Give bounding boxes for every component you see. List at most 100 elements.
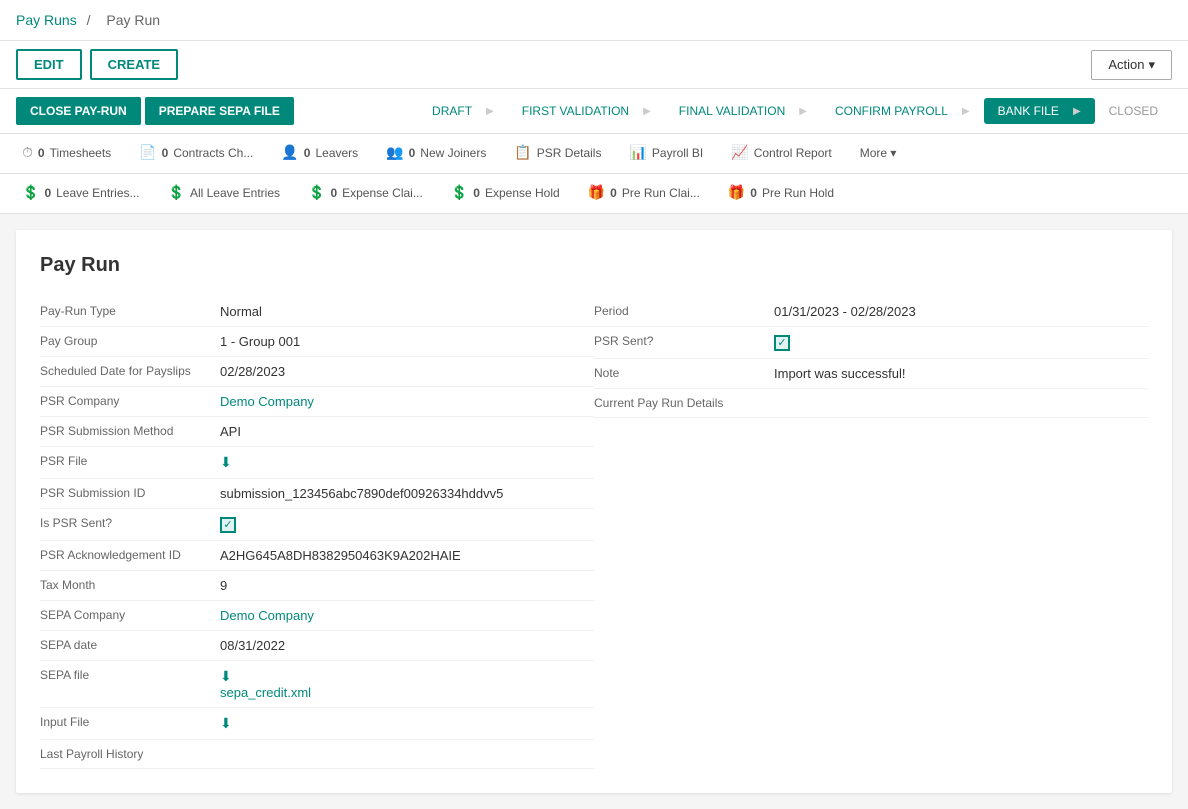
pipeline-step-bank_file: BANK FILE bbox=[984, 98, 1095, 124]
detail-value[interactable]: Demo Company bbox=[220, 394, 314, 409]
new_joiners-count: 0 bbox=[409, 146, 416, 160]
detail-value: A2HG645A8DH8382950463K9A202HAIE bbox=[220, 548, 461, 563]
detail-value[interactable]: ⬇ bbox=[220, 715, 232, 732]
detail-label: SEPA date bbox=[40, 638, 220, 652]
detail-label: SEPA Company bbox=[40, 608, 220, 622]
pay-run-card: Pay Run Pay-Run TypeNormalPay Group1 - G… bbox=[16, 230, 1172, 793]
tabs-row-2: 💲0Leave Entries...💲All Leave Entries💲0Ex… bbox=[0, 174, 1188, 214]
detail-value: Normal bbox=[220, 304, 262, 319]
detail-label: PSR Sent? bbox=[594, 334, 774, 348]
detail-label: Tax Month bbox=[40, 578, 220, 592]
detail-value[interactable]: Demo Company bbox=[220, 608, 314, 623]
contracts-count: 0 bbox=[162, 146, 169, 160]
psr_details-label: PSR Details bbox=[537, 146, 602, 160]
download-icon[interactable]: ⬇ bbox=[220, 715, 232, 731]
detail-row: Tax Month9 bbox=[40, 571, 594, 601]
tab-control_report[interactable]: 📈Control Report bbox=[717, 134, 845, 173]
all_leave-label: All Leave Entries bbox=[190, 186, 280, 200]
workflow-actions: CLOSE PAY-RUN PREPARE SEPA FILE bbox=[16, 89, 294, 133]
detail-value[interactable]: ⬇ bbox=[220, 454, 232, 471]
leavers-label: Leavers bbox=[315, 146, 358, 160]
pipeline-step-first_validation: FIRST VALIDATION bbox=[508, 98, 665, 124]
download-icon[interactable]: ⬇ bbox=[220, 454, 232, 470]
expense_hold-icon: 💲 bbox=[451, 184, 468, 201]
tab-pre_run_hold[interactable]: 🎁0Pre Run Hold bbox=[714, 174, 848, 213]
detail-row: Period01/31/2023 - 02/28/2023 bbox=[594, 297, 1148, 327]
detail-label: Period bbox=[594, 304, 774, 318]
timesheets-count: 0 bbox=[38, 146, 45, 160]
breadcrumb-separator: / bbox=[87, 12, 91, 28]
detail-label: PSR Acknowledgement ID bbox=[40, 548, 220, 562]
detail-row: PSR Submission IDsubmission_123456abc789… bbox=[40, 479, 594, 509]
action-button[interactable]: Action ▾ bbox=[1091, 50, 1172, 80]
pre_run_hold-count: 0 bbox=[750, 186, 757, 200]
tab-more[interactable]: More ▾ bbox=[846, 136, 911, 172]
tabs-row-1: ⏱0Timesheets📄0Contracts Ch...👤0Leavers👥0… bbox=[0, 134, 1188, 174]
detail-label: Current Pay Run Details bbox=[594, 396, 774, 410]
detail-row: Scheduled Date for Payslips02/28/2023 bbox=[40, 357, 594, 387]
download-icon: ⬇ bbox=[220, 668, 232, 684]
detail-label: Scheduled Date for Payslips bbox=[40, 364, 220, 378]
leave_entries-label: Leave Entries... bbox=[56, 186, 139, 200]
detail-row: SEPA CompanyDemo Company bbox=[40, 601, 594, 631]
detail-label: Input File bbox=[40, 715, 220, 729]
tab-timesheets[interactable]: ⏱0Timesheets bbox=[8, 134, 125, 173]
detail-value: 02/28/2023 bbox=[220, 364, 285, 379]
detail-value: submission_123456abc7890def00926334hddvv… bbox=[220, 486, 503, 501]
detail-value bbox=[220, 516, 236, 533]
detail-row: NoteImport was successful! bbox=[594, 359, 1148, 389]
detail-link[interactable]: Demo Company bbox=[220, 608, 314, 623]
detail-row: PSR Submission MethodAPI bbox=[40, 417, 594, 447]
tab-expense_claims[interactable]: 💲0Expense Clai... bbox=[294, 174, 437, 213]
detail-row: PSR Sent? bbox=[594, 327, 1148, 359]
action-menu[interactable]: Action ▾ bbox=[1091, 50, 1172, 80]
pre_run_claims-icon: 🎁 bbox=[588, 184, 605, 201]
pipeline-step-closed: CLOSED bbox=[1095, 98, 1172, 124]
detail-value: 1 - Group 001 bbox=[220, 334, 300, 349]
pre_run_hold-label: Pre Run Hold bbox=[762, 186, 834, 200]
prepare-sepa-button[interactable]: PREPARE SEPA FILE bbox=[145, 97, 294, 125]
tab-leave_entries[interactable]: 💲0Leave Entries... bbox=[8, 174, 154, 213]
tab-expense_hold[interactable]: 💲0Expense Hold bbox=[437, 174, 574, 213]
tab-psr_details[interactable]: 📋 PSR Details bbox=[500, 134, 615, 173]
new_joiners-label: New Joiners bbox=[420, 146, 486, 160]
tab-payroll_bi[interactable]: 📊Payroll BI bbox=[615, 134, 717, 173]
sepa-file-link[interactable]: sepa_credit.xml bbox=[220, 685, 311, 700]
timesheets-label: Timesheets bbox=[50, 146, 112, 160]
pipeline-step-confirm_payroll: CONFIRM PAYROLL bbox=[821, 98, 984, 124]
tab-new_joiners[interactable]: 👥0New Joiners bbox=[372, 134, 500, 173]
tab-pre_run_claims[interactable]: 🎁0Pre Run Clai... bbox=[574, 174, 714, 213]
action-label: Action bbox=[1108, 57, 1144, 72]
psr_details-icon: 📋 bbox=[514, 144, 531, 161]
tab-leavers[interactable]: 👤 0 Leavers bbox=[267, 134, 372, 173]
detail-row: Last Payroll History bbox=[40, 740, 594, 769]
breadcrumb-current: Pay Run bbox=[106, 12, 160, 28]
detail-grid: Pay-Run TypeNormalPay Group1 - Group 001… bbox=[40, 297, 1148, 769]
pre_run_claims-count: 0 bbox=[610, 186, 617, 200]
detail-row: SEPA date08/31/2022 bbox=[40, 631, 594, 661]
payroll_bi-label: Payroll BI bbox=[652, 146, 703, 160]
toolbar-left: EDIT CREATE bbox=[16, 49, 178, 80]
tab-all_leave[interactable]: 💲All Leave Entries bbox=[154, 174, 294, 213]
detail-label: PSR File bbox=[40, 454, 220, 468]
tab-contracts[interactable]: 📄0Contracts Ch... bbox=[125, 134, 267, 173]
detail-label: Last Payroll History bbox=[40, 747, 220, 761]
expense_claims-label: Expense Clai... bbox=[342, 186, 423, 200]
detail-label: PSR Submission Method bbox=[40, 424, 220, 438]
leavers-count: 0 bbox=[304, 146, 311, 160]
breadcrumb-parent[interactable]: Pay Runs bbox=[16, 12, 77, 28]
leavers-icon: 👤 bbox=[281, 144, 298, 161]
detail-value: 01/31/2023 - 02/28/2023 bbox=[774, 304, 916, 319]
create-button[interactable]: CREATE bbox=[90, 49, 178, 80]
detail-value[interactable]: ⬇ sepa_credit.xml bbox=[220, 668, 311, 700]
edit-button[interactable]: EDIT bbox=[16, 49, 82, 80]
contracts-icon: 📄 bbox=[139, 144, 156, 161]
close-pay-run-button[interactable]: CLOSE PAY-RUN bbox=[16, 97, 141, 125]
detail-link[interactable]: Demo Company bbox=[220, 394, 314, 409]
toolbar: EDIT CREATE Action ▾ bbox=[0, 41, 1188, 89]
main-content: Pay Run Pay-Run TypeNormalPay Group1 - G… bbox=[0, 214, 1188, 809]
detail-row: SEPA file⬇ sepa_credit.xml bbox=[40, 661, 594, 708]
action-chevron: ▾ bbox=[1148, 57, 1155, 73]
breadcrumb: Pay Runs / Pay Run bbox=[0, 0, 1188, 41]
detail-row: PSR File⬇ bbox=[40, 447, 594, 479]
